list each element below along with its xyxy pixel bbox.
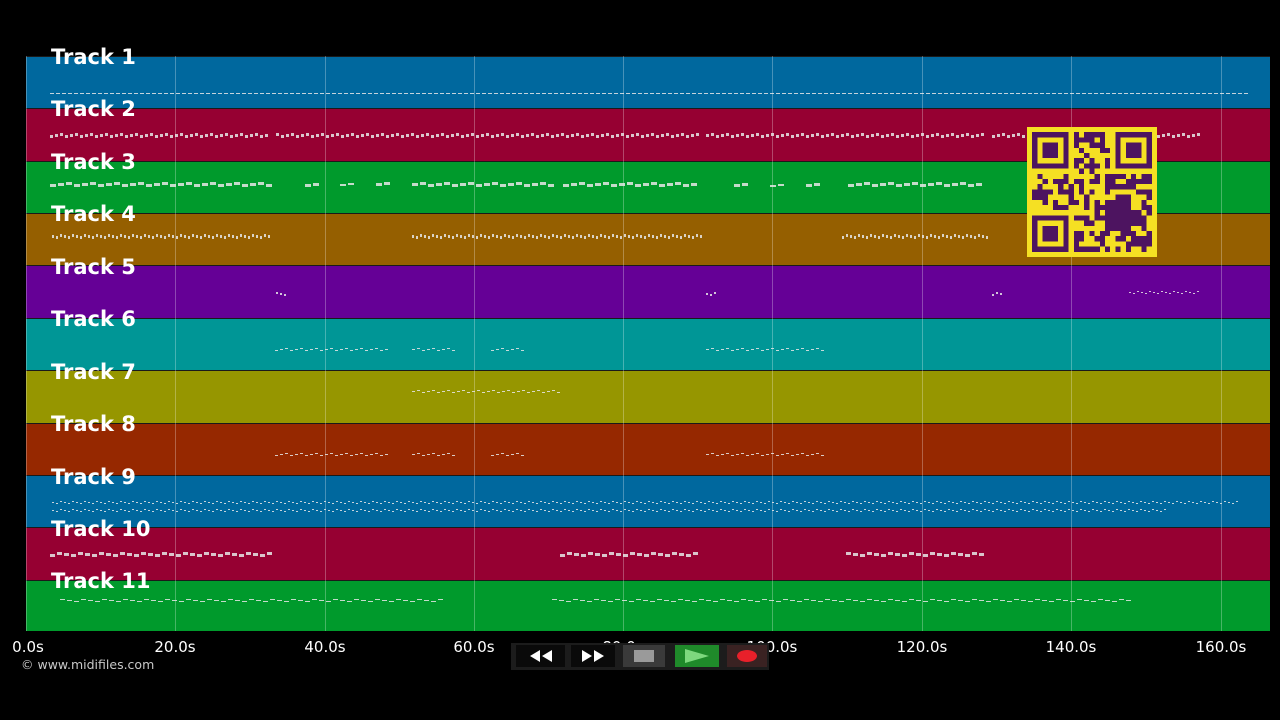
tick-label: 60.0s: [453, 638, 495, 656]
stop-icon: [634, 650, 654, 662]
tick-label: 160.0s: [1195, 638, 1247, 656]
play-icon: [685, 649, 709, 663]
track-label: Track 10: [51, 517, 151, 541]
rewind-icon: [529, 650, 552, 662]
qr-code-icon: [1027, 127, 1157, 257]
tick-label: 120.0s: [896, 638, 948, 656]
playback-controls: [511, 643, 769, 670]
track-label: Track 1: [51, 45, 136, 69]
fast-forward-icon: [582, 650, 604, 662]
tick-label: 140.0s: [1045, 638, 1097, 656]
record-button[interactable]: [727, 645, 767, 667]
tick-label: 20.0s: [154, 638, 196, 656]
play-button[interactable]: [675, 645, 719, 667]
track-lane: [26, 580, 1270, 631]
track-label: Track 5: [51, 255, 136, 279]
track-label: Track 9: [51, 465, 136, 489]
copyright-text: © www.midifiles.com: [21, 657, 155, 672]
track-lane: [26, 423, 1270, 475]
rewind-button[interactable]: [516, 645, 565, 667]
track-lane: [26, 475, 1270, 527]
track-lane: [26, 527, 1270, 580]
track-label: Track 3: [51, 150, 136, 174]
track-label: Track 11: [51, 569, 151, 593]
track-label: Track 7: [51, 360, 136, 384]
track-label: Track 6: [51, 307, 136, 331]
record-icon: [737, 650, 757, 662]
tick-label: 40.0s: [304, 638, 346, 656]
track-lane: [26, 370, 1270, 423]
stop-button[interactable]: [623, 645, 665, 667]
track-lane: [26, 318, 1270, 370]
track-label: Track 2: [51, 97, 136, 121]
track-label: Track 8: [51, 412, 136, 436]
track-label: Track 4: [51, 202, 136, 226]
tick-label: 0.0s: [12, 638, 44, 656]
track-lane: [26, 56, 1270, 108]
track-lane: [26, 265, 1270, 318]
fast-forward-button[interactable]: [571, 645, 615, 667]
